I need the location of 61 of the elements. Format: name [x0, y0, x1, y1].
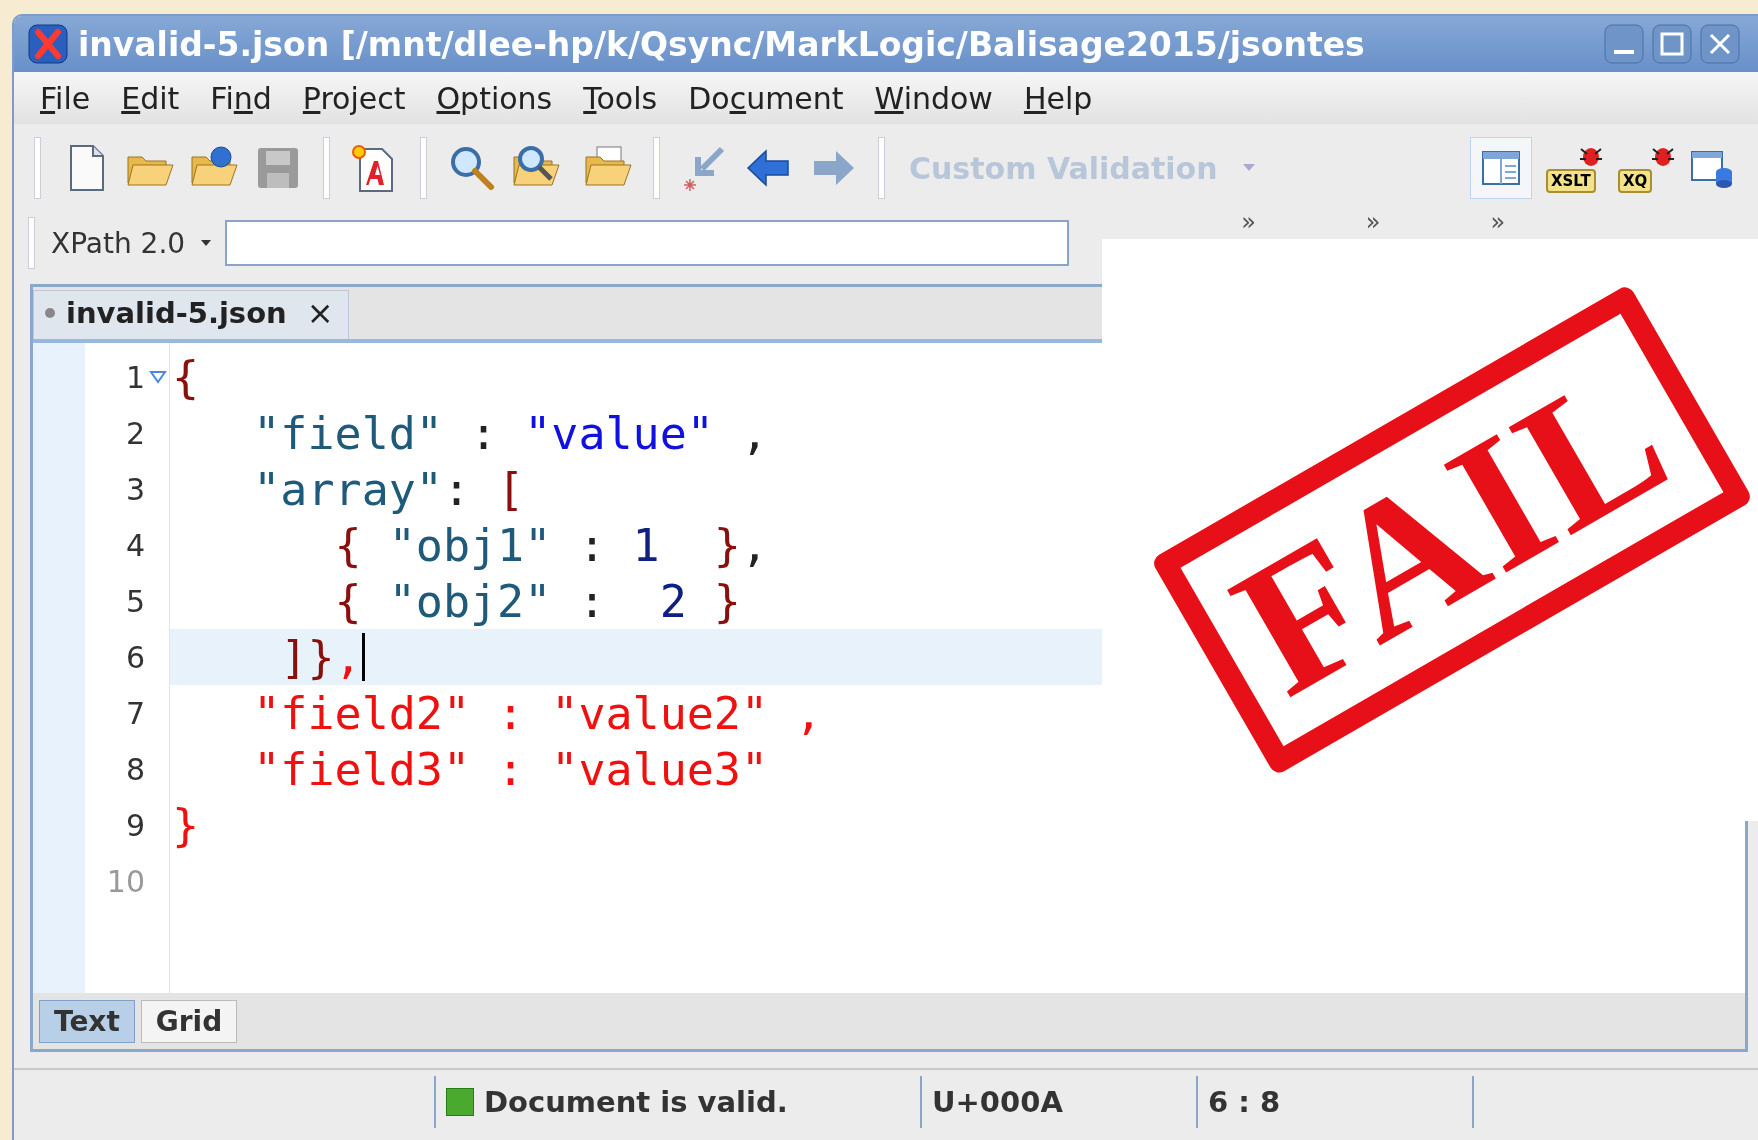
xquery-debugger-button[interactable]: XQ — [1618, 143, 1676, 193]
line-number: 8 — [125, 751, 145, 787]
code-line: ]}, — [170, 630, 365, 684]
code-line: "array": [ — [252, 462, 525, 516]
close-tab-button[interactable]: × — [306, 294, 334, 332]
xslt-debugger-button[interactable]: XSLT — [1546, 143, 1604, 193]
view-tab[interactable]: Text — [39, 999, 135, 1043]
caret-icon — [199, 238, 214, 248]
code-line: "field" : "value" , — [252, 406, 769, 460]
code-line: { — [171, 350, 200, 404]
caret-icon — [1241, 163, 1256, 173]
toolbar-separator — [878, 137, 885, 199]
xpath-version-dropdown[interactable]: XPath 2.0 — [51, 226, 214, 260]
line-number: 4 — [125, 527, 145, 563]
menu-item[interactable]: File — [40, 80, 91, 116]
menu-item[interactable]: Find — [210, 80, 272, 116]
code-line: "field3" : "value3" — [252, 742, 769, 796]
line-number: 2 — [125, 415, 145, 451]
minimize-icon[interactable] — [1604, 24, 1644, 64]
line-number: 9 — [125, 807, 145, 843]
view-tab[interactable]: Grid — [140, 999, 238, 1043]
line-number: 3 — [125, 471, 145, 507]
app-logo-icon — [28, 24, 68, 64]
layout-button[interactable] — [1470, 137, 1532, 199]
database-layout-icon[interactable] — [1690, 148, 1734, 188]
line-number: 1 — [125, 359, 145, 395]
overflow-chevron[interactable]: » — [1365, 210, 1381, 234]
menu-item[interactable]: Help — [1023, 80, 1093, 116]
status-message: Document is valid. — [484, 1085, 788, 1119]
menu-item[interactable]: Project — [302, 80, 406, 116]
toolbar-separator — [28, 217, 35, 269]
code-line: { "obj1" : 1 }, — [333, 518, 769, 572]
layout-icon — [1481, 150, 1521, 186]
code-line: { "obj2" : 2 } — [333, 574, 741, 628]
maximize-icon[interactable] — [1652, 24, 1692, 64]
line-number: 5 — [125, 583, 145, 619]
toolbar-separator — [323, 137, 330, 199]
close-icon[interactable] — [1700, 24, 1740, 64]
overflow-chevron[interactable]: » — [1490, 210, 1506, 234]
window-title: invalid-5.json [/mnt/dlee-hp/k/Qsync/MarkLogic/Balisage2015/jsontes — [78, 24, 1366, 64]
line-number: 7 — [125, 695, 145, 731]
cursor-position: 6 : 8 — [1208, 1085, 1281, 1119]
text-cursor — [361, 633, 365, 681]
code-line: "field2" : "value2" , — [252, 686, 823, 740]
file-tab[interactable]: invalid-5.json × — [33, 290, 349, 339]
menu-item[interactable]: Options — [436, 80, 553, 116]
menu-item[interactable]: Window — [874, 80, 993, 116]
line-number: 10 — [106, 863, 145, 899]
menu-item[interactable]: Document — [688, 80, 844, 116]
menu-item[interactable]: Tools — [583, 80, 658, 116]
toolbar-separator — [420, 137, 427, 199]
overflow-chevron[interactable]: » — [1241, 210, 1256, 234]
dot-icon — [44, 307, 56, 319]
xpath-input-field[interactable] — [225, 220, 1070, 266]
toolbar-separator — [653, 137, 660, 199]
line-number: 6 — [125, 639, 145, 675]
code-line: } — [171, 798, 200, 852]
toolbar-separator — [34, 137, 41, 199]
menu-item[interactable]: Edit — [121, 80, 180, 116]
character-code: U+000A — [932, 1085, 1063, 1119]
fold-icon[interactable] — [149, 370, 167, 384]
